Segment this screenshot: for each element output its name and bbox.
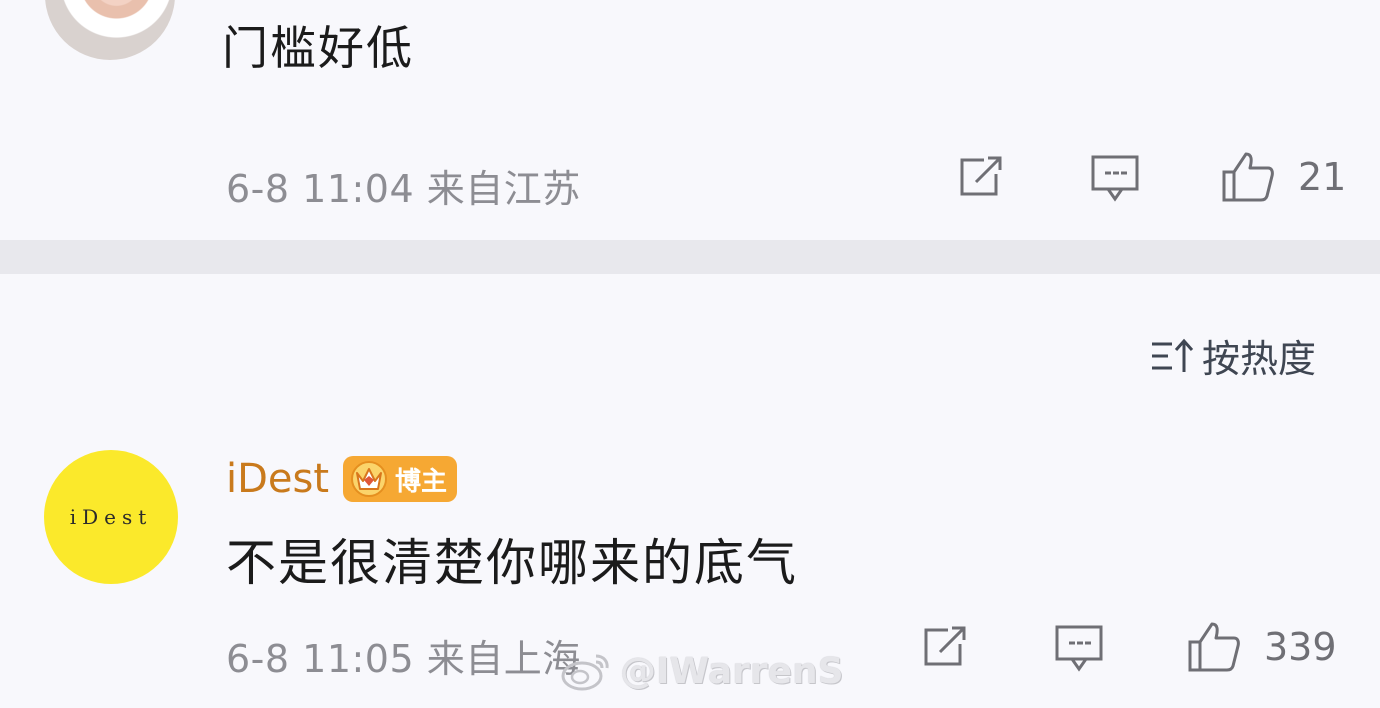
sort-by-hot-button[interactable]: 按热度 (1148, 328, 1316, 383)
watermark: @IWarrenS (560, 650, 844, 692)
comment-icon (1055, 625, 1103, 672)
crown-icon (351, 461, 388, 497)
username[interactable]: iDest (226, 456, 329, 502)
like-button[interactable]: 21 (1220, 150, 1346, 204)
comment-button[interactable] (1054, 624, 1104, 676)
avatar-text: iDest (69, 505, 153, 529)
commenter-avatar[interactable] (45, 0, 175, 60)
share-button[interactable] (920, 626, 968, 674)
share-button[interactable] (956, 156, 1004, 204)
reply-meta: 6-8 11:05 来自上海 (226, 637, 581, 681)
badge-label: 博主 (395, 466, 448, 497)
share-icon (960, 156, 1002, 196)
comment-author[interactable]: iDest 博主 (226, 456, 458, 502)
idest-avatar[interactable]: iDest (44, 450, 178, 584)
like-count: 339 (1264, 625, 1337, 669)
like-count: 21 (1298, 155, 1347, 199)
comment-text: 门槛好低 (222, 21, 414, 75)
sort-icon (1152, 338, 1194, 372)
thumbs-up-icon (1188, 622, 1240, 672)
section-divider (0, 240, 1380, 274)
share-icon (924, 626, 966, 666)
comment-meta: 6-8 11:04 来自江苏 (226, 167, 581, 211)
watermark-text: @IWarrenS (620, 650, 844, 692)
weibo-logo-icon (561, 654, 609, 691)
blogger-badge: 博主 (343, 456, 458, 502)
thumbs-up-icon (1222, 152, 1274, 202)
comment-icon (1091, 155, 1139, 202)
like-button[interactable]: 339 (1186, 620, 1337, 674)
sort-label: 按热度 (1202, 337, 1317, 381)
reply-text: 不是很清楚你哪来的底气 (226, 534, 798, 592)
comment-button[interactable] (1090, 154, 1140, 206)
